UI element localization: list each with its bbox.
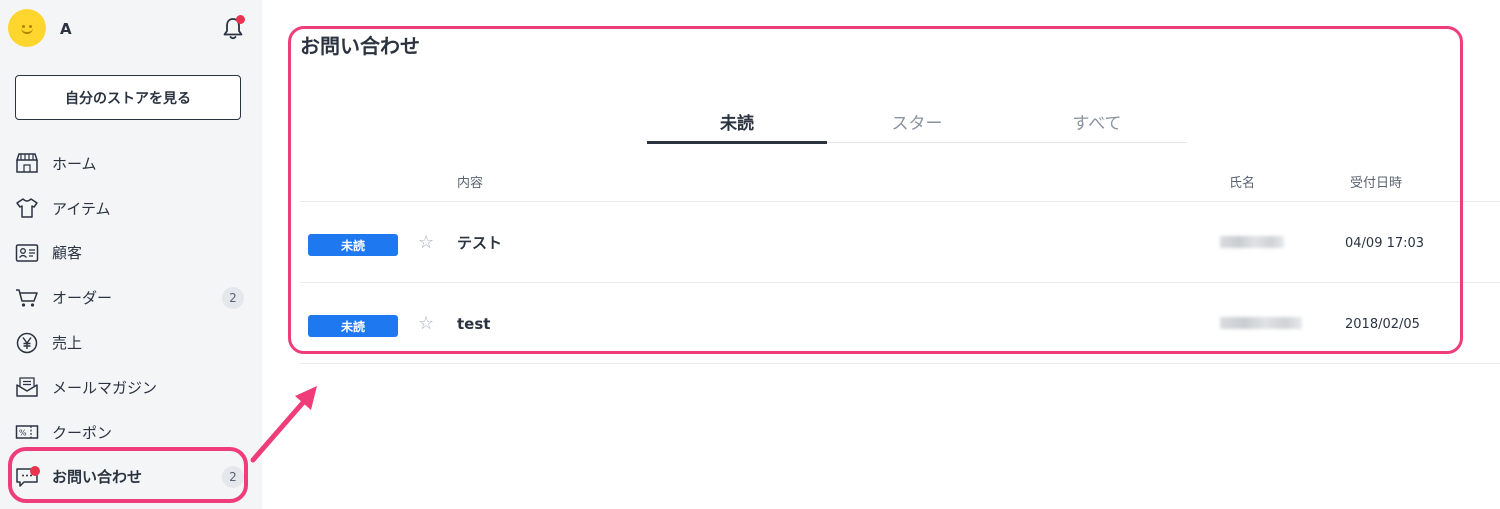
shirt-icon <box>16 198 38 218</box>
sidebar-item-sales[interactable]: 売上 <box>0 320 262 365</box>
tab-all[interactable]: すべて <box>1007 104 1187 142</box>
sidebar-item-customers[interactable]: 顧客 <box>0 231 262 276</box>
table-row[interactable]: 未読 ☆ テスト 04/09 17:03 <box>300 202 1500 282</box>
sidebar-item-orders[interactable]: オーダー 2 <box>0 275 262 320</box>
cart-icon <box>16 289 38 307</box>
sidebar-item-items[interactable]: アイテム <box>0 186 262 231</box>
store-icon <box>15 153 39 174</box>
page-title: お問い合わせ <box>300 34 420 58</box>
column-header-name: 氏名 <box>1229 176 1256 191</box>
sidebar: A 自分のストアを見る ホーム アイテム 顧客 オーダー 2 売上 メールマガジ… <box>0 0 262 509</box>
coupon-icon: % <box>15 425 39 439</box>
received-date: 2018/02/05 <box>1345 317 1420 332</box>
sender-name-redacted <box>1220 236 1284 248</box>
column-header-received: 受付日時 <box>1350 176 1403 191</box>
inquiry-subject: テスト <box>457 234 503 252</box>
orders-count-badge: 2 <box>222 286 244 309</box>
id-card-icon <box>15 244 39 262</box>
sidebar-item-newsletter[interactable]: メールマガジン <box>0 365 262 410</box>
inquiries-unread-dot <box>30 466 40 476</box>
star-icon[interactable]: ☆ <box>418 313 434 335</box>
column-header-content: 内容 <box>457 176 484 191</box>
user-name: A <box>60 20 72 38</box>
sidebar-item-label: オーダー <box>52 289 113 308</box>
table-row[interactable]: 未読 ☆ test 2018/02/05 <box>300 283 1500 363</box>
sidebar-item-label: お問い合わせ <box>52 468 143 487</box>
sidebar-item-label: アイテム <box>52 199 111 218</box>
tab-unread[interactable]: 未読 <box>647 104 827 144</box>
sender-name-redacted <box>1220 317 1302 329</box>
mail-icon <box>16 377 38 398</box>
sidebar-item-coupons[interactable]: % クーポン <box>0 410 262 455</box>
view-store-button[interactable]: 自分のストアを見る <box>15 75 241 120</box>
sidebar-item-label: 売上 <box>52 334 83 353</box>
sidebar-item-label: ホーム <box>52 154 97 173</box>
avatar-mouth <box>21 27 33 34</box>
star-icon[interactable]: ☆ <box>418 232 434 254</box>
table-divider <box>300 363 1500 364</box>
tab-starred[interactable]: スター <box>827 104 1007 142</box>
inquiry-subject: test <box>457 315 491 333</box>
inquiry-tabs: 未読 スター すべて <box>647 104 1187 144</box>
sidebar-item-label: メールマガジン <box>52 378 158 397</box>
sidebar-item-inquiries[interactable]: お問い合わせ 2 <box>0 455 262 500</box>
status-badge: 未読 <box>308 315 398 337</box>
avatar[interactable] <box>8 9 46 47</box>
sidebar-nav: ホーム アイテム 顧客 オーダー 2 売上 メールマガジン % クーポン お問い… <box>0 141 262 499</box>
svg-text:%: % <box>19 429 27 438</box>
yen-icon <box>16 332 38 353</box>
sidebar-item-label: 顧客 <box>52 244 83 263</box>
inquiries-count-badge: 2 <box>222 465 244 488</box>
sidebar-item-home[interactable]: ホーム <box>0 141 262 186</box>
notification-dot <box>236 15 245 24</box>
status-badge: 未読 <box>308 234 398 256</box>
sidebar-item-label: クーポン <box>52 423 113 442</box>
received-date: 04/09 17:03 <box>1345 236 1425 251</box>
